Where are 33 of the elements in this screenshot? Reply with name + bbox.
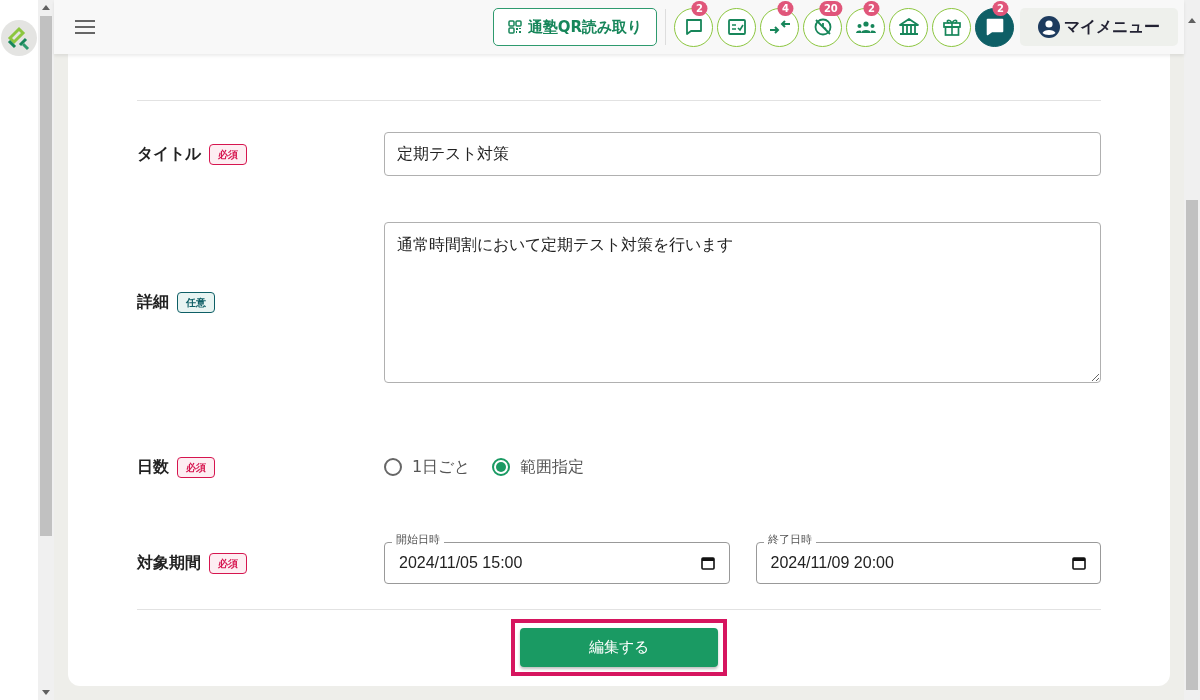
optional-tag: 任意 bbox=[177, 291, 215, 313]
qr-reader-button[interactable]: 通塾QR読み取り bbox=[492, 8, 657, 46]
field-label: 終了日時 bbox=[763, 533, 816, 547]
my-menu-button[interactable]: マイメニュー bbox=[1020, 8, 1178, 46]
notification-badge: 2 bbox=[991, 0, 1009, 16]
required-tag: 必須 bbox=[209, 143, 247, 165]
menu-icon[interactable] bbox=[74, 19, 96, 35]
field-label: 日数 bbox=[137, 456, 169, 478]
field-label: 詳細 bbox=[137, 291, 169, 313]
title-input[interactable]: 定期テスト対策 bbox=[384, 132, 1101, 176]
checklist-button[interactable] bbox=[717, 7, 756, 47]
user-icon bbox=[1038, 16, 1060, 38]
field-label: 開始日時 bbox=[392, 533, 444, 547]
required-tag: 必須 bbox=[209, 552, 247, 574]
field-label: タイトル bbox=[137, 143, 201, 165]
app-logo[interactable] bbox=[1, 20, 37, 56]
bank-button[interactable] bbox=[889, 7, 928, 47]
field-label: 対象期間 bbox=[137, 552, 201, 574]
radio-option[interactable]: 範囲指定 bbox=[492, 455, 585, 479]
calendar-icon[interactable] bbox=[1072, 556, 1086, 570]
notification-badge: 2 bbox=[690, 0, 708, 16]
calendar-icon[interactable] bbox=[700, 556, 715, 570]
scrollbar[interactable] bbox=[1184, 0, 1200, 700]
scrollbar[interactable] bbox=[38, 0, 54, 700]
notification-badge: 4 bbox=[776, 0, 794, 16]
required-tag: 必須 bbox=[177, 456, 215, 478]
radio-option[interactable]: 1日ごと bbox=[384, 455, 471, 479]
notification-badge: 20 bbox=[818, 0, 843, 16]
submit-button[interactable]: 編集する bbox=[520, 628, 718, 667]
qr-code-icon bbox=[507, 20, 522, 34]
detail-textarea[interactable]: 通常時間割において定期テスト対策を行います bbox=[384, 221, 1101, 383]
notification-badge: 2 bbox=[862, 0, 880, 16]
gift-button[interactable] bbox=[932, 7, 971, 47]
